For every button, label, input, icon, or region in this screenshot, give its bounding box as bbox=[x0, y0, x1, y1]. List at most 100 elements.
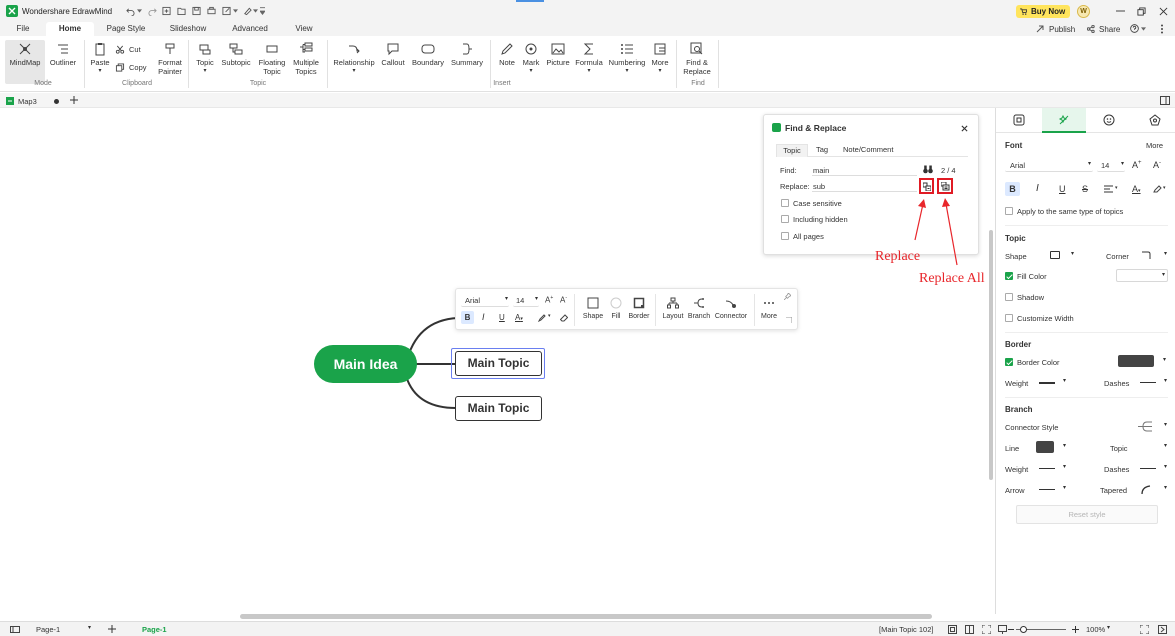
underline-icon[interactable]: U bbox=[499, 311, 505, 324]
branch-button[interactable]: Branch bbox=[686, 295, 712, 320]
find-tab-tag[interactable]: Tag bbox=[816, 145, 828, 154]
page-selector[interactable]: Page-1 ▾ bbox=[34, 623, 92, 635]
customize-qa-icon[interactable] bbox=[260, 7, 265, 15]
font-more-link[interactable]: More bbox=[1146, 141, 1163, 150]
tab-advanced[interactable]: Advanced bbox=[226, 22, 274, 36]
close-window-icon[interactable] bbox=[1159, 7, 1168, 16]
mindmap-button[interactable]: MindMap bbox=[5, 40, 45, 84]
main-idea-node[interactable]: Main Idea bbox=[314, 345, 417, 383]
find-replace-button[interactable]: Find & Replace bbox=[680, 40, 714, 84]
multiple-topics-button[interactable]: Multiple Topics bbox=[290, 40, 322, 84]
corner-dropdown[interactable]: ▾ bbox=[1139, 249, 1168, 262]
arrow-dropdown[interactable]: ▾ bbox=[1037, 483, 1067, 496]
picture-button[interactable]: Picture bbox=[544, 40, 572, 84]
collapse-toolbar-icon[interactable] bbox=[786, 317, 792, 323]
redo-icon[interactable] bbox=[148, 7, 157, 16]
tab-file[interactable]: File bbox=[10, 22, 36, 36]
mark-dropdown-icon[interactable]: ▾ bbox=[520, 67, 542, 76]
help-icon[interactable] bbox=[1130, 24, 1139, 33]
shape-button[interactable]: Shape bbox=[580, 295, 606, 320]
connector-style-dropdown[interactable]: ▾ bbox=[1136, 420, 1168, 433]
fit-window-icon[interactable] bbox=[1140, 625, 1149, 634]
open-icon[interactable] bbox=[177, 6, 186, 16]
format-tab-icon[interactable] bbox=[1013, 114, 1025, 126]
main-topic-node[interactable]: Main Topic bbox=[455, 396, 542, 421]
zoom-value[interactable]: 100% bbox=[1086, 625, 1105, 634]
zoom-minus-icon[interactable] bbox=[1008, 629, 1014, 630]
tab-slideshow[interactable]: Slideshow bbox=[164, 22, 212, 36]
help-dropdown-icon[interactable] bbox=[1141, 27, 1146, 31]
mark-button[interactable]: Mark ▾ bbox=[520, 40, 542, 84]
branch-dashes-dropdown[interactable]: ▾ bbox=[1138, 462, 1168, 475]
save-icon[interactable] bbox=[192, 6, 201, 16]
new-tab-plus-icon[interactable] bbox=[70, 96, 78, 104]
new-icon[interactable] bbox=[162, 6, 171, 16]
topic-dropdown-icon[interactable]: ▾ bbox=[192, 67, 218, 76]
print-icon[interactable] bbox=[207, 6, 216, 16]
zoom-plus-icon[interactable] bbox=[1072, 626, 1079, 633]
apply-same-checkbox[interactable] bbox=[1005, 207, 1013, 215]
connector-button[interactable]: Connector bbox=[712, 295, 750, 320]
font-size-dropdown[interactable]: 14 ▾ bbox=[1097, 159, 1125, 172]
line-color-dropdown[interactable]: ▾ bbox=[1036, 441, 1067, 454]
italic-icon[interactable]: I bbox=[482, 311, 485, 324]
pin-icon[interactable] bbox=[784, 293, 791, 300]
paste-button[interactable]: Paste ▾ bbox=[88, 40, 112, 84]
relationship-button[interactable]: Relationship ▾ bbox=[330, 40, 378, 84]
shadow-checkbox[interactable] bbox=[1005, 293, 1013, 301]
undo-dropdown-icon[interactable] bbox=[137, 9, 142, 13]
bold-icon[interactable]: B bbox=[461, 311, 474, 324]
underline-icon[interactable]: U bbox=[1059, 182, 1066, 196]
split-view-icon[interactable] bbox=[965, 625, 974, 634]
all-pages-checkbox[interactable] bbox=[781, 232, 789, 240]
formula-button[interactable]: Formula ▾ bbox=[574, 40, 604, 84]
more-options-icon[interactable] bbox=[1160, 24, 1164, 34]
undo-icon[interactable] bbox=[126, 7, 135, 16]
main-topic-node[interactable]: Main Topic bbox=[455, 351, 542, 376]
fullscreen-icon[interactable] bbox=[982, 625, 991, 634]
italic-icon[interactable]: I bbox=[1036, 182, 1039, 196]
format-painter-button[interactable]: Format Painter bbox=[153, 40, 187, 84]
including-hidden-checkbox[interactable] bbox=[781, 215, 789, 223]
summary-button[interactable]: Summary bbox=[449, 40, 485, 84]
panel-toggle-icon[interactable] bbox=[1160, 96, 1170, 105]
font-color-icon[interactable]: A▾ bbox=[515, 311, 523, 326]
topic-button[interactable]: Topic ▾ bbox=[192, 40, 218, 84]
fill-color-dropdown[interactable]: ▾ bbox=[1116, 269, 1168, 282]
vertical-scrollbar[interactable] bbox=[989, 230, 993, 480]
marker-tab-icon[interactable] bbox=[1103, 114, 1115, 126]
export-icon[interactable] bbox=[222, 6, 231, 16]
formula-dropdown-icon[interactable]: ▾ bbox=[574, 67, 604, 76]
strikethrough-icon[interactable]: S bbox=[1082, 182, 1088, 196]
tab-view[interactable]: View bbox=[288, 22, 320, 36]
zoom-slider[interactable] bbox=[1016, 626, 1066, 633]
tab-home[interactable]: Home bbox=[46, 22, 94, 36]
outliner-button[interactable]: Outliner bbox=[47, 40, 79, 84]
numbering-dropdown-icon[interactable]: ▾ bbox=[606, 67, 648, 76]
style-icon[interactable] bbox=[243, 6, 252, 16]
highlight-icon[interactable] bbox=[1153, 185, 1162, 193]
fit-page-icon[interactable] bbox=[948, 625, 957, 634]
find-tab-topic[interactable]: Topic bbox=[776, 144, 808, 157]
more-button[interactable]: More bbox=[758, 295, 780, 320]
tab-page-style[interactable]: Page Style bbox=[101, 22, 151, 36]
style-dropdown-icon[interactable] bbox=[253, 9, 258, 13]
subtopic-button[interactable]: Subtopic bbox=[219, 40, 253, 84]
more-insert-button[interactable]: More ▾ bbox=[649, 40, 671, 84]
presentation-icon[interactable] bbox=[998, 625, 1007, 634]
expand-panel-icon[interactable] bbox=[1158, 625, 1167, 634]
font-shrink-icon[interactable]: A- bbox=[560, 295, 567, 305]
highlight-icon[interactable] bbox=[538, 314, 546, 322]
font-grow-icon[interactable]: A+ bbox=[1132, 160, 1142, 170]
bold-icon[interactable]: B bbox=[1005, 182, 1020, 196]
floating-topic-button[interactable]: Floating Topic bbox=[256, 40, 288, 84]
font-family-dropdown[interactable]: Arial ▾ bbox=[1005, 159, 1093, 172]
callout-button[interactable]: Callout bbox=[379, 40, 407, 84]
clear-format-icon[interactable] bbox=[560, 314, 568, 322]
export-dropdown-icon[interactable] bbox=[233, 9, 238, 13]
relationship-dropdown-icon[interactable]: ▾ bbox=[330, 67, 378, 76]
custom-width-checkbox[interactable] bbox=[1005, 314, 1013, 322]
floating-size-dropdown[interactable]: 14 ▾ bbox=[513, 294, 539, 307]
floating-font-dropdown[interactable]: Arial ▾ bbox=[461, 294, 509, 307]
note-button[interactable]: Note bbox=[495, 40, 519, 84]
